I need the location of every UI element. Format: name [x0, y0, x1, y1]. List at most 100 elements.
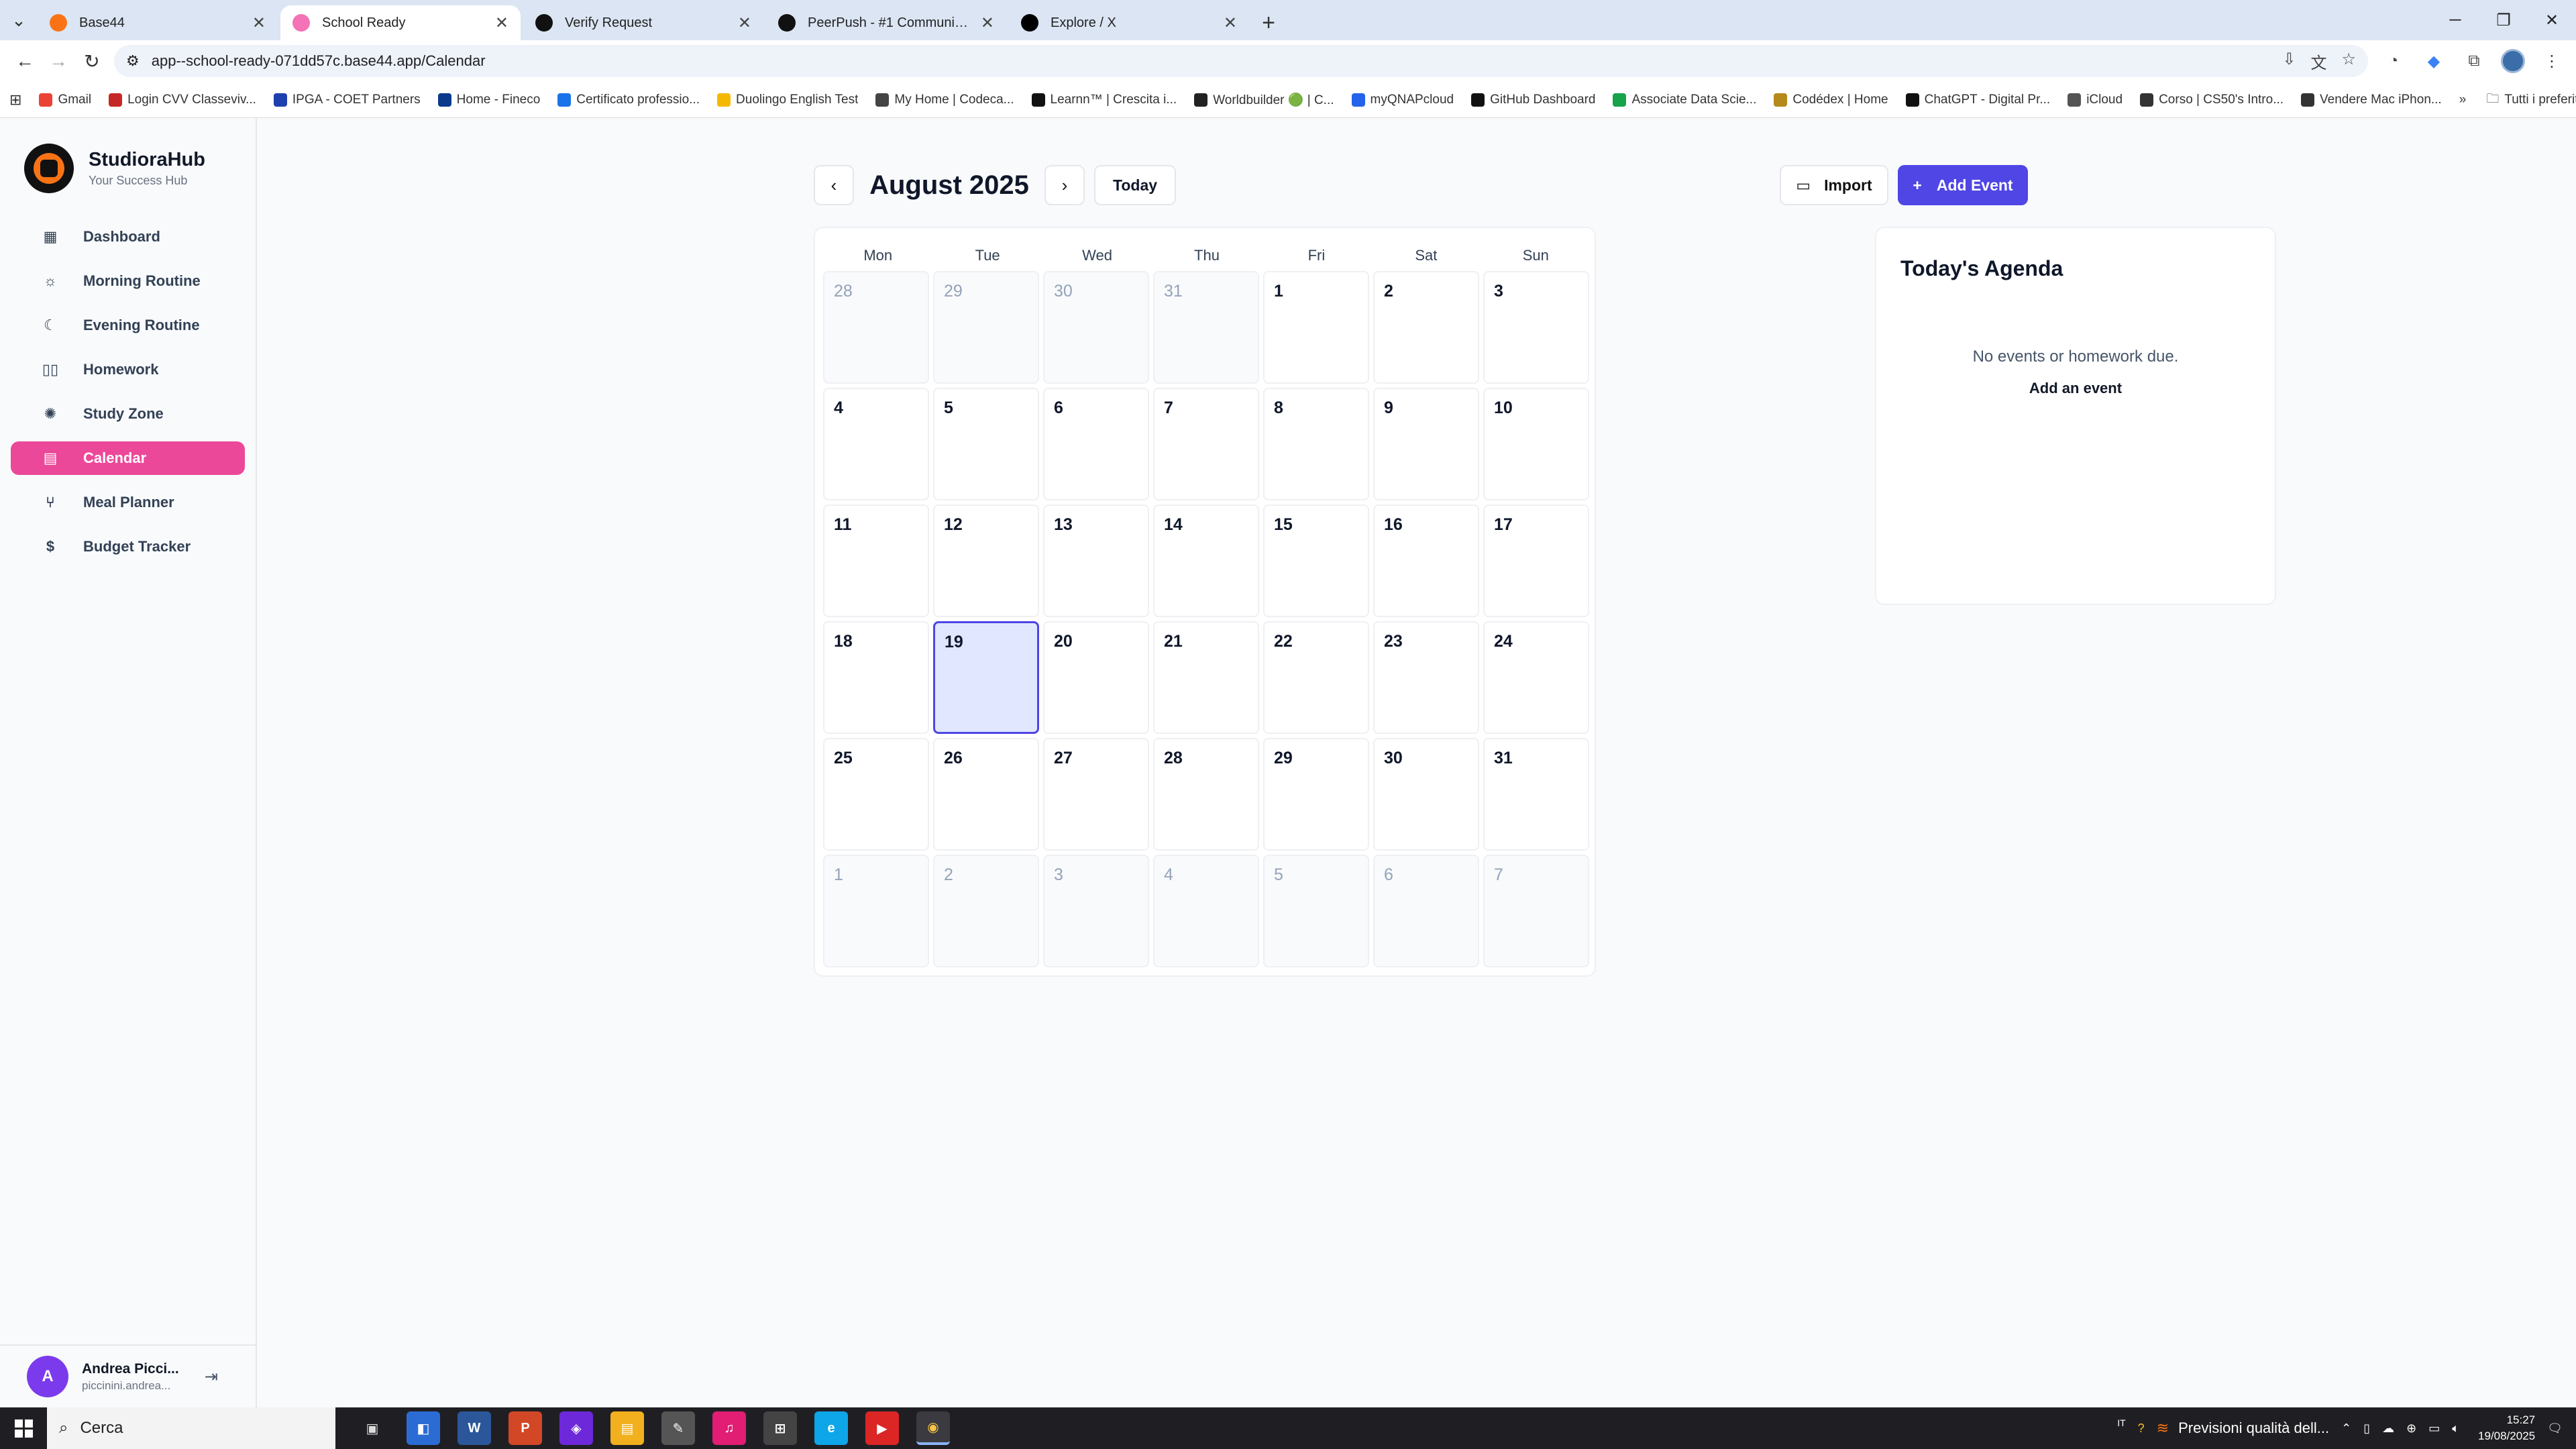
sidebar-item-study-zone[interactable]: ✺ Study Zone	[11, 397, 245, 431]
browser-tab[interactable]: School Ready ✕	[280, 5, 521, 40]
day-cell[interactable]: 4	[1153, 855, 1259, 967]
browser-tab[interactable]: PeerPush - #1 Community for I ✕	[766, 5, 1006, 40]
day-cell-today[interactable]: 19	[933, 621, 1039, 734]
sidebar-item-meal-planner[interactable]: ⑂ Meal Planner	[11, 486, 245, 519]
day-cell[interactable]: 6	[1373, 855, 1479, 967]
day-cell[interactable]: 25	[823, 738, 929, 851]
apps-grid-icon[interactable]: ⊞	[9, 91, 21, 109]
cloud-icon[interactable]: ☁	[2382, 1421, 2394, 1436]
day-cell[interactable]: 3	[1043, 855, 1149, 967]
task-view-icon[interactable]: ▣	[356, 1411, 389, 1445]
sidebar-item-evening-routine[interactable]: ☾ Evening Routine	[11, 309, 245, 342]
bookmark-item[interactable]: Codédex | Home	[1774, 93, 1888, 107]
add-event-link[interactable]: Add an event	[1876, 380, 2275, 397]
day-cell[interactable]: 15	[1263, 504, 1369, 617]
calculator-icon[interactable]: ⊞	[763, 1411, 797, 1445]
close-tab-icon[interactable]: ✕	[738, 13, 751, 33]
battery-icon[interactable]: ▭	[2428, 1421, 2440, 1436]
day-cell[interactable]: 14	[1153, 504, 1259, 617]
bookmark-item[interactable]: Gmail	[39, 93, 91, 107]
close-window-icon[interactable]: ✕	[2528, 0, 2576, 40]
day-cell[interactable]: 11	[823, 504, 929, 617]
day-cell[interactable]: 5	[933, 388, 1039, 500]
extension-app-icon[interactable]: ◆	[2420, 48, 2447, 74]
profile-avatar-icon[interactable]	[2501, 49, 2525, 73]
bookmark-item[interactable]: Corso | CS50's Intro...	[2140, 93, 2284, 107]
day-cell[interactable]: 3	[1483, 271, 1589, 384]
day-cell[interactable]: 17	[1483, 504, 1589, 617]
sidebar-item-dashboard[interactable]: ▦ Dashboard	[11, 220, 245, 254]
day-cell[interactable]: 28	[1153, 738, 1259, 851]
start-button[interactable]	[0, 1407, 47, 1449]
bookmark-item[interactable]: Home - Fineco	[437, 93, 540, 107]
bookmark-item[interactable]: IPGA - COET Partners	[273, 93, 421, 107]
menu-kebab-icon[interactable]: ⋮	[2538, 48, 2565, 74]
today-button[interactable]: Today	[1094, 165, 1177, 205]
help-icon[interactable]: ?	[2138, 1421, 2145, 1436]
sidebar-item-morning-routine[interactable]: ☼ Morning Routine	[11, 264, 245, 298]
translate-icon[interactable]: 文	[2310, 50, 2326, 73]
day-cell[interactable]: 10	[1483, 388, 1589, 500]
language-indicator[interactable]: IT	[2117, 1417, 2125, 1428]
day-cell[interactable]: 7	[1483, 855, 1589, 967]
day-cell[interactable]: 9	[1373, 388, 1479, 500]
bookmark-item[interactable]: iCloud	[2068, 93, 2123, 107]
word-icon[interactable]: W	[458, 1411, 491, 1445]
weather-widget[interactable]: ≋ Previsioni qualità dell...	[2157, 1419, 2329, 1437]
day-cell[interactable]: 1	[823, 855, 929, 967]
clock[interactable]: 15:27 19/08/2025	[2478, 1412, 2535, 1444]
paint-icon[interactable]: ✎	[661, 1411, 695, 1445]
close-tab-icon[interactable]: ✕	[252, 13, 266, 33]
history-icon[interactable]: ◔	[2380, 48, 2407, 74]
avatar[interactable]: A	[27, 1356, 68, 1397]
network-icon[interactable]: ⊕	[2406, 1421, 2416, 1436]
bookmark-item[interactable]: GitHub Dashboard	[1471, 93, 1595, 107]
browser-tab[interactable]: Verify Request ✕	[523, 5, 763, 40]
day-cell[interactable]: 16	[1373, 504, 1479, 617]
sidebar-item-homework[interactable]: ▯▯ Homework	[11, 353, 245, 386]
bookmark-item[interactable]: Learnn™ | Crescita i...	[1031, 93, 1177, 107]
bookmark-item[interactable]: ChatGPT - Digital Pr...	[1905, 93, 2050, 107]
day-cell[interactable]: 12	[933, 504, 1039, 617]
bookmark-star-icon[interactable]: ☆	[2341, 50, 2356, 73]
sidebar-item-budget-tracker[interactable]: $ Budget Tracker	[11, 530, 245, 564]
volume-icon[interactable]: 🔈︎	[2452, 1421, 2459, 1436]
bookmark-item[interactable]: Certificato professio...	[557, 93, 700, 107]
forward-icon[interactable]: →	[42, 44, 75, 78]
day-cell[interactable]: 23	[1373, 621, 1479, 734]
close-tab-icon[interactable]: ✕	[1224, 13, 1237, 33]
reload-icon[interactable]: ↻	[75, 44, 109, 78]
install-app-icon[interactable]: ⇩	[2282, 50, 2296, 73]
more-bookmarks-icon[interactable]: »	[2459, 93, 2467, 107]
bookmark-item[interactable]: My Home | Codeca...	[875, 93, 1014, 107]
taskbar-search[interactable]: ⌕ Cerca	[47, 1407, 335, 1449]
day-cell[interactable]: 8	[1263, 388, 1369, 500]
file-explorer-icon[interactable]: ▤	[610, 1411, 644, 1445]
new-tab-button[interactable]: +	[1252, 5, 1285, 40]
day-cell[interactable]: 30	[1043, 271, 1149, 384]
browser-tab[interactable]: Base44 ✕	[38, 5, 278, 40]
day-cell[interactable]: 22	[1263, 621, 1369, 734]
import-button[interactable]: ▭ Import	[1780, 165, 1888, 205]
logout-icon[interactable]: ⇥	[205, 1367, 218, 1387]
day-cell[interactable]: 6	[1043, 388, 1149, 500]
day-cell[interactable]: 27	[1043, 738, 1149, 851]
minimize-icon[interactable]: ─	[2431, 0, 2479, 40]
close-tab-icon[interactable]: ✕	[495, 13, 508, 33]
chrome-icon[interactable]: ◉	[916, 1411, 950, 1445]
app-icon-colorful[interactable]: ◈	[559, 1411, 593, 1445]
file-store-icon[interactable]: ◧	[407, 1411, 440, 1445]
day-cell[interactable]: 29	[1263, 738, 1369, 851]
day-cell[interactable]: 31	[1153, 271, 1259, 384]
day-cell[interactable]: 28	[823, 271, 929, 384]
bookmark-item[interactable]: Associate Data Scie...	[1613, 93, 1756, 107]
site-info-icon[interactable]: ⚙	[126, 52, 140, 70]
tray-app-icon[interactable]: ▯	[2363, 1421, 2370, 1436]
day-cell[interactable]: 31	[1483, 738, 1589, 851]
day-cell[interactable]: 2	[1373, 271, 1479, 384]
day-cell[interactable]: 21	[1153, 621, 1259, 734]
tab-search-icon[interactable]: ⌄	[0, 0, 38, 40]
itunes-icon[interactable]: ♫	[712, 1411, 746, 1445]
day-cell[interactable]: 2	[933, 855, 1039, 967]
all-bookmarks-folder[interactable]: 🗀 Tutti i preferiti	[2486, 89, 2576, 111]
